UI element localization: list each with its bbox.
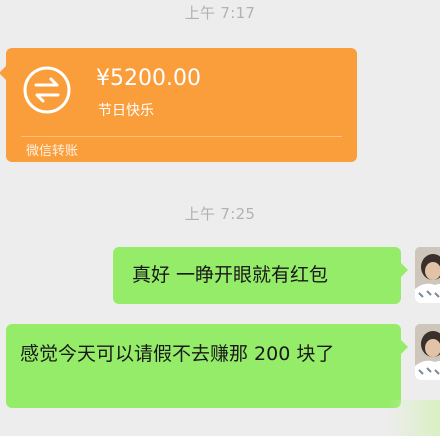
message-bubble[interactable]: 真好 一睁开眼就有红包 (113, 247, 408, 304)
timestamp: 上午 7:17 (184, 4, 256, 22)
avatar[interactable] (415, 247, 440, 303)
watermark-overlay (388, 400, 440, 436)
transfer-footer: 微信转账 (26, 144, 79, 159)
transfer-amount: ¥5200.00 (96, 66, 201, 91)
chat-view: 上午 7:17 ¥5200.00 节日快乐 微信转账 上午 7:25 真好 一睁… (0, 0, 440, 436)
transfer-note: 节日快乐 (98, 103, 154, 119)
message-bubble[interactable]: 感觉今天可以请假不去赚那 200 块了 (6, 324, 408, 408)
timestamp: 上午 7:25 (184, 205, 256, 223)
transfer-divider (21, 136, 342, 137)
transfer-arrows-icon (23, 66, 71, 114)
avatar[interactable] (415, 324, 440, 380)
message-text: 真好 一睁开眼就有红包 (132, 264, 329, 286)
transfer-card[interactable]: ¥5200.00 节日快乐 微信转账 (0, 48, 357, 162)
message-text: 感觉今天可以请假不去赚那 200 块了 (20, 343, 335, 365)
